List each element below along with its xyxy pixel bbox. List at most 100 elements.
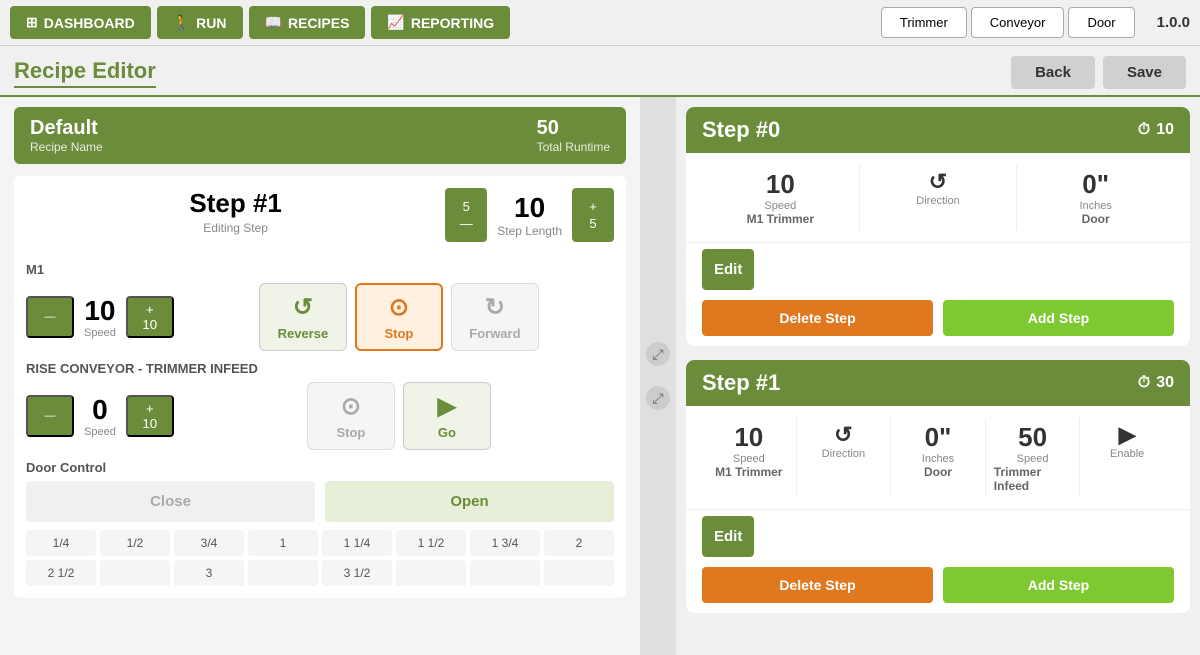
reverse-button[interactable]: ↺ Reverse [259, 283, 347, 351]
recipe-name-value: Default [30, 117, 103, 140]
door-section: Door Control Close Open 1/41/23/411 1/41… [26, 460, 614, 586]
inch-cell[interactable] [470, 560, 540, 586]
step-1-speed2-cell: 50 Speed Trimmer Infeed [986, 418, 1081, 497]
run-button[interactable]: 🚶 RUN [157, 6, 243, 39]
step-0-direction-cell: ↺ Direction [860, 165, 1018, 230]
inch-cell[interactable]: 3 [174, 560, 244, 586]
step-0-action-buttons: Delete Step Add Step [686, 290, 1190, 346]
page-title: Recipe Editor [14, 58, 156, 88]
inch-cell[interactable]: 1 3/4 [470, 530, 540, 556]
inch-cell[interactable] [544, 560, 614, 586]
save-button[interactable]: Save [1103, 56, 1186, 89]
dashboard-button[interactable]: ⊞ DASHBOARD [10, 6, 151, 39]
step-length-minus-button[interactable]: 5 — [445, 188, 487, 242]
door-open-button[interactable]: Open [325, 481, 614, 522]
back-button[interactable]: Back [1011, 56, 1095, 89]
conv-speed-minus-button[interactable]: — [26, 395, 74, 437]
step-0-data-row: 10 Speed M1 Trimmer ↺ Direction 0" Inche… [686, 153, 1190, 243]
m1-speed-minus-button[interactable]: — [26, 296, 74, 338]
step-1-action-buttons: Delete Step Add Step [686, 557, 1190, 613]
step-1-timer: ⏱ 30 [1138, 374, 1174, 392]
forward-button[interactable]: ↻ Forward [451, 283, 539, 351]
tab-trimmer[interactable]: Trimmer [881, 7, 967, 38]
conv-speed-plus-ctrl: + 10 [126, 395, 174, 437]
recipes-button[interactable]: 📖 RECIPES [249, 6, 366, 39]
door-buttons-row: Close Open [26, 481, 614, 522]
inch-cell[interactable]: 3 1/2 [322, 560, 392, 586]
inch-cell[interactable]: 1/2 [100, 530, 170, 556]
step-length-label: Step Length [497, 224, 562, 238]
conv-stop-button[interactable]: ⊙ Stop [307, 382, 395, 450]
conv-go-icon: ▶ [438, 392, 456, 421]
divider-handle-top[interactable]: ⤢ [646, 342, 670, 366]
inch-cell[interactable]: 1 1/4 [322, 530, 392, 556]
door-close-button[interactable]: Close [26, 481, 315, 522]
version-label: 1.0.0 [1157, 14, 1190, 31]
step-0-speed-cell: 10 Speed M1 Trimmer [702, 165, 860, 230]
conv-speed-minus-ctrl: — [26, 395, 74, 437]
step-1-edit-button[interactable]: Edit [702, 516, 754, 557]
m1-direction-buttons: ↺ Reverse ⊙ Stop ↻ Forward [184, 283, 614, 351]
conveyor-direction-buttons: ⊙ Stop ▶ Go [184, 382, 614, 450]
inch-grid: 1/41/23/411 1/41 1/21 3/42 2 1/2 3 3 1/2 [26, 530, 614, 586]
inch-cell[interactable] [100, 560, 170, 586]
editing-step-title: Step #1 [26, 188, 445, 219]
reporting-icon: 📈 [387, 14, 404, 31]
timer-icon-1: ⏱ [1138, 374, 1150, 392]
door-section-label: Door Control [26, 460, 614, 475]
inch-cell[interactable]: 2 1/2 [26, 560, 96, 586]
m1-section-label: M1 [26, 262, 614, 277]
m1-speed-control: — [26, 296, 74, 338]
inch-cell[interactable]: 2 [544, 530, 614, 556]
main-layout: Default Recipe Name 50 Total Runtime Ste… [0, 97, 1200, 655]
page-header: Recipe Editor Back Save [0, 46, 1200, 97]
expand-icon-2: ⤢ [652, 390, 663, 407]
stop-button[interactable]: ⊙ Stop [355, 283, 443, 351]
recipes-icon: 📖 [265, 14, 282, 31]
reporting-button[interactable]: 📈 REPORTING [371, 6, 510, 39]
divider-handle-bottom[interactable]: ⤢ [646, 386, 670, 410]
step-card-0: Step #0 ⏱ 10 10 Speed M1 Trimmer ↺ Direc… [686, 107, 1190, 346]
inch-cell[interactable]: 1 1/2 [396, 530, 466, 556]
step-0-delete-button[interactable]: Delete Step [702, 300, 933, 336]
tab-group: Trimmer Conveyor Door [881, 7, 1135, 38]
step-card-0-header: Step #0 ⏱ 10 [686, 107, 1190, 153]
step-length-row: 5 — 10 Step Length + 5 [445, 188, 614, 242]
tab-door[interactable]: Door [1068, 7, 1134, 38]
recipe-name-item: Default Recipe Name [30, 117, 103, 154]
reverse-icon: ↺ [293, 293, 313, 322]
recipe-runtime-label: Total Runtime [537, 140, 610, 154]
step-1-delete-button[interactable]: Delete Step [702, 567, 933, 603]
inch-cell[interactable] [396, 560, 466, 586]
conveyor-section: RISE CONVEYOR - TRIMMER INFEED — 0 Speed… [26, 361, 614, 450]
step-0-title: Step #0 [702, 117, 780, 143]
step-length-plus-button[interactable]: + 5 [572, 188, 614, 242]
tab-conveyor[interactable]: Conveyor [971, 7, 1065, 38]
step-1-speed-cell: 10 Speed M1 Trimmer [702, 418, 797, 497]
conv-go-button[interactable]: ▶ Go [403, 382, 491, 450]
step-0-add-button[interactable]: Add Step [943, 300, 1174, 336]
step-0-edit-button[interactable]: Edit [702, 249, 754, 290]
step-1-inches-cell: 0" Inches Door [891, 418, 986, 497]
conveyor-controls-row: — 0 Speed + 10 ⊙ [26, 382, 614, 450]
step-1-add-button[interactable]: Add Step [943, 567, 1174, 603]
timer-icon-0: ⏱ [1138, 121, 1150, 139]
step-1-title: Step #1 [702, 370, 780, 396]
right-panel: Step #0 ⏱ 10 10 Speed M1 Trimmer ↺ Direc… [676, 97, 1200, 655]
recipe-runtime-value: 50 [537, 117, 610, 140]
left-panel: Default Recipe Name 50 Total Runtime Ste… [0, 97, 640, 655]
m1-speed-plus-button[interactable]: + 10 [126, 296, 174, 338]
expand-icon: ⤢ [652, 346, 663, 363]
recipe-runtime-item: 50 Total Runtime [537, 117, 610, 154]
inch-cell[interactable] [248, 560, 318, 586]
conv-speed-plus-button[interactable]: + 10 [126, 395, 174, 437]
inch-cell[interactable]: 1 [248, 530, 318, 556]
header-buttons: Back Save [1011, 56, 1186, 89]
step-length-value: 10 [497, 192, 562, 224]
step-0-inches-cell: 0" Inches Door [1017, 165, 1174, 230]
step-0-direction-icon: ↺ [929, 169, 947, 195]
inch-cell[interactable]: 1/4 [26, 530, 96, 556]
recipe-name-label: Recipe Name [30, 140, 103, 154]
step-1-direction-cell: ↺ Direction [797, 418, 892, 497]
inch-cell[interactable]: 3/4 [174, 530, 244, 556]
